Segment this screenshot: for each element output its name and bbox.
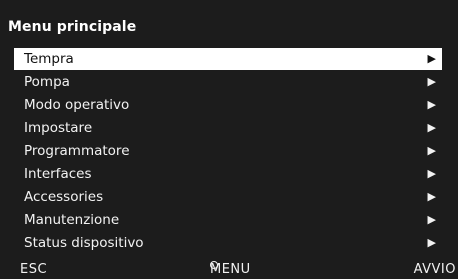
menu-softkey-label: MENU bbox=[210, 262, 251, 277]
menu-item-label: Tempra bbox=[24, 51, 74, 67]
arrow-right-icon: ▶ bbox=[427, 213, 436, 226]
menu-item-status-dispositivo[interactable]: Status dispositivo ▶ bbox=[14, 232, 442, 254]
page-title: Menu principale bbox=[8, 19, 137, 35]
menu-item-interfaces[interactable]: Interfaces ▶ bbox=[14, 163, 442, 185]
menu-item-label: Accessories bbox=[24, 189, 104, 205]
display-screen: Menu principale Tempra ▶ Pompa ▶ Modo op… bbox=[0, 0, 458, 277]
menu-item-tempra[interactable]: Tempra ▶ bbox=[14, 48, 442, 70]
menu-item-manutenzione[interactable]: Manutenzione ▶ bbox=[14, 209, 442, 231]
menu-item-label: Impostare bbox=[24, 120, 93, 136]
start-softkey[interactable]: AVVIO bbox=[414, 261, 456, 279]
menu-item-label: Manutenzione bbox=[24, 212, 120, 228]
menu-item-label: Programmatore bbox=[24, 143, 130, 159]
menu-item-label: Interfaces bbox=[24, 166, 92, 182]
arrow-right-icon: ▶ bbox=[427, 98, 436, 111]
menu-item-impostare[interactable]: Impostare ▶ bbox=[14, 117, 442, 139]
menu-item-pompa[interactable]: Pompa ▶ bbox=[14, 71, 442, 93]
menu-item-programmatore[interactable]: Programmatore ▶ bbox=[14, 140, 442, 162]
menu-item-label: Status dispositivo bbox=[24, 235, 144, 251]
softkey-bar: ESC MENU AVVIO bbox=[0, 261, 458, 277]
arrow-right-icon: ▶ bbox=[427, 236, 436, 249]
menu-item-modo-operativo[interactable]: Modo operativo ▶ bbox=[14, 94, 442, 116]
main-menu-list: Tempra ▶ Pompa ▶ Modo operativo ▶ Impost… bbox=[14, 48, 442, 255]
arrow-right-icon: ▶ bbox=[427, 167, 436, 180]
arrow-right-icon: ▶ bbox=[427, 52, 436, 65]
menu-item-accessories[interactable]: Accessories ▶ bbox=[14, 186, 442, 208]
arrow-right-icon: ▶ bbox=[427, 121, 436, 134]
menu-item-label: Pompa bbox=[24, 74, 70, 90]
arrow-right-icon: ▶ bbox=[427, 144, 436, 157]
menu-item-label: Modo operativo bbox=[24, 97, 130, 113]
arrow-right-icon: ▶ bbox=[427, 190, 436, 203]
esc-softkey[interactable]: ESC bbox=[20, 261, 47, 279]
arrow-right-icon: ▶ bbox=[427, 75, 436, 88]
